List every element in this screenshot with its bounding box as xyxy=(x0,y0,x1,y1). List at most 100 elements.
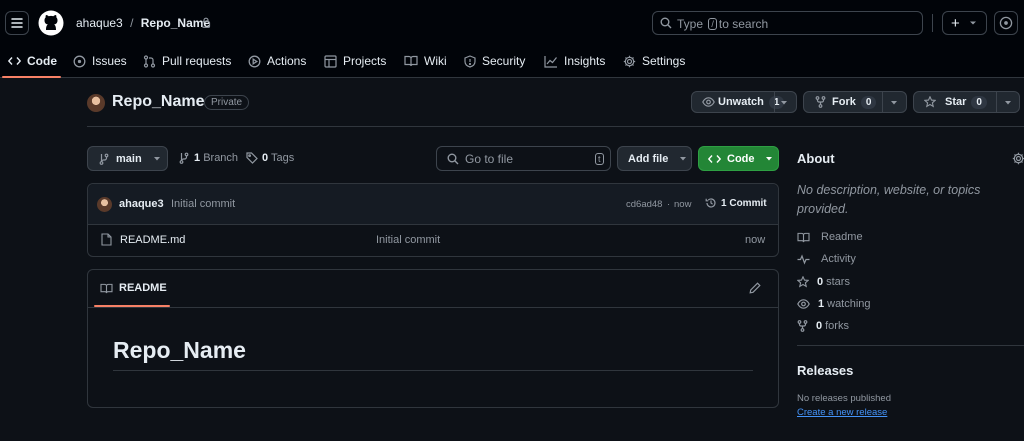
caret-down-icon xyxy=(781,101,787,105)
about-watching-link[interactable]: 1 watching xyxy=(797,298,871,310)
tab-actions[interactable]: Actions xyxy=(248,50,306,72)
add-file-button[interactable]: Add file xyxy=(617,146,692,171)
about-stars-link[interactable]: 0 stars xyxy=(797,276,850,288)
breadcrumb-separator: / xyxy=(130,16,134,30)
caret-down-icon xyxy=(891,101,897,105)
git-pull-request-icon xyxy=(143,54,156,68)
repo-header-divider xyxy=(87,126,1024,127)
tab-settings[interactable]: Settings xyxy=(623,50,685,72)
pulse-icon xyxy=(797,253,810,265)
readme-heading: Repo_Name xyxy=(113,337,246,363)
code-icon xyxy=(708,154,721,163)
github-mark-icon xyxy=(38,10,64,36)
releases-title[interactable]: Releases xyxy=(797,363,853,378)
repo-forked-icon xyxy=(797,320,808,332)
star-label: Star xyxy=(945,96,967,108)
issues-button[interactable] xyxy=(994,11,1018,35)
tab-issues[interactable]: Issues xyxy=(73,50,127,72)
search-icon xyxy=(660,17,672,29)
graph-icon xyxy=(544,55,557,68)
git-branch-icon xyxy=(99,153,109,165)
lock-icon xyxy=(201,17,211,28)
file-browser: ahaque3 Initial commit cd6ad48 · now 1 C… xyxy=(87,183,779,257)
fork-label: Fork xyxy=(832,96,856,108)
git-branch-icon xyxy=(179,152,189,164)
star-icon xyxy=(797,276,809,288)
go-to-file-placeholder: Go to file xyxy=(465,152,514,166)
fork-button[interactable]: Fork 0 xyxy=(803,91,907,113)
github-logo[interactable] xyxy=(38,10,64,36)
search-input[interactable]: Type / to search xyxy=(652,11,923,35)
unwatch-button[interactable]: Unwatch 1 xyxy=(691,91,797,113)
file-commit-time: now xyxy=(745,234,766,246)
commits-label: Commit xyxy=(729,197,767,209)
search-placeholder-type: Type xyxy=(677,17,704,31)
branch-name: main xyxy=(116,152,142,165)
branches-link[interactable]: 1 Branch xyxy=(179,152,238,164)
code-button[interactable]: Code xyxy=(698,146,779,171)
repo-title[interactable]: Repo_Name xyxy=(112,93,204,111)
about-readme-link[interactable]: Readme xyxy=(797,231,863,243)
header-divider xyxy=(932,14,933,32)
search-icon xyxy=(447,153,459,165)
pencil-icon[interactable] xyxy=(749,282,761,294)
fork-count: 0 xyxy=(860,95,877,109)
search-placeholder-rest: to search xyxy=(718,17,769,31)
file-name[interactable]: README.md xyxy=(120,234,185,246)
readme-tab[interactable]: README xyxy=(100,282,167,294)
breadcrumb-repo[interactable]: Repo_Name xyxy=(141,16,210,30)
gear-icon[interactable] xyxy=(1012,152,1024,165)
book-icon xyxy=(797,232,810,242)
releases-empty-text: No releases published xyxy=(797,393,892,404)
repo-forked-icon xyxy=(815,96,826,108)
commit-hash[interactable]: cd6ad48 xyxy=(626,199,662,210)
shield-icon xyxy=(464,54,476,68)
issue-opened-icon xyxy=(999,16,1013,30)
create-release-link[interactable]: Create a new release xyxy=(797,407,887,418)
play-icon xyxy=(248,55,261,67)
eye-icon xyxy=(702,97,715,107)
commit-author[interactable]: ahaque3 xyxy=(119,198,164,210)
commit-time: now xyxy=(674,199,692,210)
book-icon xyxy=(100,283,113,293)
tab-code[interactable]: Code xyxy=(8,50,57,72)
caret-down-icon xyxy=(153,156,160,160)
plus-icon: + xyxy=(951,14,960,32)
tab-insights[interactable]: Insights xyxy=(544,50,605,72)
about-description: No description, website, or topics provi… xyxy=(797,183,981,216)
about-activity-link[interactable]: Activity xyxy=(797,253,856,265)
add-file-label: Add file xyxy=(628,152,669,165)
create-new-button[interactable]: + xyxy=(942,11,987,35)
go-to-file-shortcut: t xyxy=(595,153,604,165)
commit-author-avatar[interactable] xyxy=(97,197,112,212)
commit-dot: · xyxy=(667,199,671,210)
tags-link[interactable]: 0 Tags xyxy=(246,152,294,164)
readme-tab-divider xyxy=(88,307,778,308)
menu-button[interactable] xyxy=(5,11,29,35)
code-button-label: Code xyxy=(727,152,755,165)
tab-pull-requests[interactable]: Pull requests xyxy=(143,50,231,72)
commits-count: 1 xyxy=(721,197,727,209)
commits-link[interactable]: 1 Commit xyxy=(705,197,767,209)
branch-select-button[interactable]: main xyxy=(87,146,168,171)
branches-label: Branch xyxy=(203,152,239,164)
gear-icon xyxy=(623,55,636,67)
about-forks-link[interactable]: 0 forks xyxy=(797,320,849,332)
file-row[interactable]: README.md Initial commit now xyxy=(88,225,778,256)
book-icon xyxy=(404,55,418,67)
breadcrumb-owner[interactable]: ahaque3 xyxy=(76,16,123,30)
commit-message[interactable]: Initial commit xyxy=(171,198,235,210)
about-title: About xyxy=(797,151,835,166)
caret-down-icon xyxy=(765,156,772,160)
active-tab-indicator xyxy=(2,76,61,78)
hamburger-icon xyxy=(11,18,23,28)
repo-owner-avatar[interactable] xyxy=(87,94,105,112)
tab-wiki[interactable]: Wiki xyxy=(404,50,447,72)
file-commit-message[interactable]: Initial commit xyxy=(376,234,440,246)
tab-security[interactable]: Security xyxy=(464,50,525,72)
star-button[interactable]: Star 0 xyxy=(913,91,1020,113)
go-to-file-input[interactable]: Go to file t xyxy=(436,146,611,171)
readme-panel: README Repo_Name xyxy=(87,269,779,408)
tab-projects[interactable]: Projects xyxy=(324,50,386,72)
code-icon xyxy=(8,57,21,65)
